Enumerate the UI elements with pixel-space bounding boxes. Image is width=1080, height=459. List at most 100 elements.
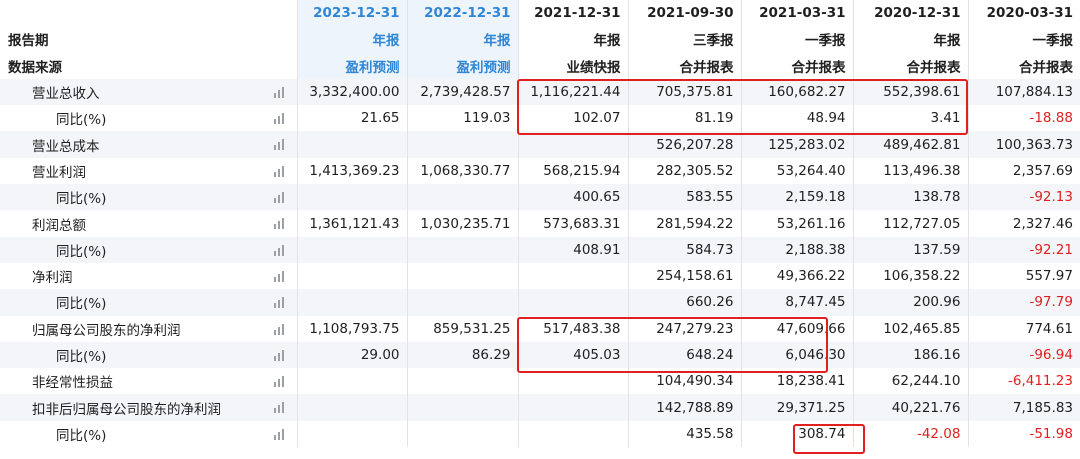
table-row: 同比(%) 435.58 308.74 -42.08 -51.98	[0, 420, 1080, 448]
date-header[interactable]: 2020-03-31	[967, 0, 1080, 27]
value-cell	[406, 184, 518, 211]
period-type: 年报	[517, 26, 628, 53]
value-cell: 517,483.38	[517, 315, 628, 342]
row-label: 同比(%)	[56, 427, 107, 444]
value-cell: 53,261.16	[740, 210, 853, 237]
table-row: 同比(%) 660.26 8,747.45 200.96 -97.79	[0, 289, 1080, 316]
value-cell	[406, 289, 518, 316]
value-cell: 573,683.31	[517, 210, 628, 237]
bar-chart-icon[interactable]	[273, 375, 287, 388]
value-cell	[296, 420, 407, 448]
row-label: 利润总额	[32, 217, 86, 234]
bar-chart-icon[interactable]	[273, 428, 287, 440]
date-header[interactable]: 2021-03-31	[740, 0, 853, 27]
value-cell: 7,185.83	[967, 394, 1080, 421]
period-type: 年报	[852, 26, 968, 53]
value-cell: 106,358.22	[852, 262, 968, 290]
table-row: 净利润 254,158.61 49,366.22 106,358.22 557.97	[0, 262, 1080, 290]
data-source-label: 数据来源	[0, 52, 297, 79]
value-cell: -92.13	[967, 184, 1080, 211]
value-cell: 1,413,369.23	[296, 157, 407, 185]
value-cell: 3,332,400.00	[296, 78, 407, 106]
value-cell: 137.59	[852, 236, 968, 263]
row-label-cell: 同比(%)	[0, 105, 297, 131]
value-cell	[517, 289, 628, 316]
value-cell: 660.26	[627, 289, 741, 316]
value-cell	[296, 289, 407, 316]
value-cell: -18.88	[967, 105, 1080, 132]
value-cell: 1,361,121.43	[296, 210, 407, 237]
value-cell: 6,046.30	[740, 341, 853, 369]
bar-chart-icon[interactable]	[273, 349, 287, 361]
row-label: 同比(%)	[56, 243, 107, 260]
row-label-cell: 同比(%)	[0, 421, 297, 447]
row-label: 同比(%)	[56, 296, 107, 313]
period-type: 年报	[406, 26, 518, 53]
period-type: 年报	[296, 26, 407, 53]
data-source: 盈利预测	[296, 52, 407, 79]
value-cell: 584.73	[627, 236, 741, 263]
bar-chart-icon[interactable]	[273, 244, 287, 256]
value-cell: 47,609.66	[740, 315, 853, 342]
value-cell	[517, 262, 628, 290]
value-cell: 138.78	[852, 184, 968, 211]
bar-chart-icon[interactable]	[273, 86, 287, 98]
bar-chart-icon[interactable]	[273, 296, 287, 309]
bar-chart-icon[interactable]	[273, 191, 287, 204]
value-cell: 100,363.73	[967, 131, 1080, 158]
date-header[interactable]: 2023-12-31	[296, 0, 407, 27]
table-row: 同比(%) 21.65 119.03 102.07 81.19 48.94 3.41 -18.…	[0, 105, 1080, 132]
value-cell: 552,398.61	[852, 78, 968, 106]
bar-chart-icon[interactable]	[273, 217, 287, 230]
bar-chart-icon[interactable]	[273, 270, 287, 282]
bar-chart-icon[interactable]	[273, 401, 287, 414]
data-source: 盈利预测	[406, 52, 518, 79]
value-cell: 400.65	[517, 184, 628, 211]
row-label: 非经常性损益	[32, 375, 113, 392]
bar-chart-icon[interactable]	[273, 323, 287, 335]
value-cell: 62,244.10	[852, 368, 968, 395]
date-header[interactable]: 2021-12-31	[517, 0, 628, 27]
value-cell: 104,490.34	[627, 368, 741, 395]
value-cell	[517, 394, 628, 421]
row-label-cell: 扣非后归属母公司股东的净利润	[0, 394, 297, 421]
value-cell: 583.55	[627, 184, 741, 211]
row-label-cell: 营业总成本	[0, 131, 297, 158]
value-cell: 53,264.40	[740, 157, 853, 185]
value-cell: 102,465.85	[852, 315, 968, 342]
bar-chart-icon[interactable]	[273, 138, 287, 151]
value-cell: -96.94	[967, 341, 1080, 369]
bar-chart-icon[interactable]	[273, 165, 287, 177]
value-cell	[517, 420, 628, 448]
value-cell: 774.61	[967, 315, 1080, 342]
table-row: 营业总成本 526,207.28 125,283.02 489,462.81 100,3…	[0, 131, 1080, 158]
date-header[interactable]: 2020-12-31	[852, 0, 968, 27]
value-cell: 119.03	[406, 105, 518, 132]
value-cell: 254,158.61	[627, 262, 741, 290]
value-cell	[406, 236, 518, 263]
row-label: 营业总收入	[32, 86, 100, 103]
row-label-cell: 营业利润	[0, 158, 297, 184]
table-row: 营业总收入 3,332,400.00 2,739,428.57 1,116,221.4…	[0, 78, 1080, 106]
value-cell: 408.91	[517, 236, 628, 263]
value-cell: 113,496.38	[852, 157, 968, 185]
value-cell: 1,108,793.75	[296, 315, 407, 342]
value-cell	[406, 420, 518, 448]
value-cell: 281,594.22	[627, 210, 741, 237]
value-cell: 2,188.38	[740, 236, 853, 263]
value-cell: 102.07	[517, 105, 628, 132]
value-cell	[296, 368, 407, 395]
value-cell	[296, 236, 407, 263]
date-header[interactable]: 2022-12-31	[406, 0, 518, 27]
value-cell: 557.97	[967, 262, 1080, 290]
date-header[interactable]: 2021-09-30	[627, 0, 741, 27]
value-cell: 526,207.28	[627, 131, 741, 158]
bar-chart-icon[interactable]	[273, 112, 287, 125]
value-cell: 859,531.25	[406, 315, 518, 342]
header-corner	[0, 0, 297, 27]
period-type: 三季报	[627, 26, 741, 53]
value-cell: 282,305.52	[627, 157, 741, 185]
data-source: 合并报表	[740, 52, 853, 79]
value-cell: 86.29	[406, 341, 518, 369]
row-label-cell: 营业总收入	[0, 78, 297, 106]
